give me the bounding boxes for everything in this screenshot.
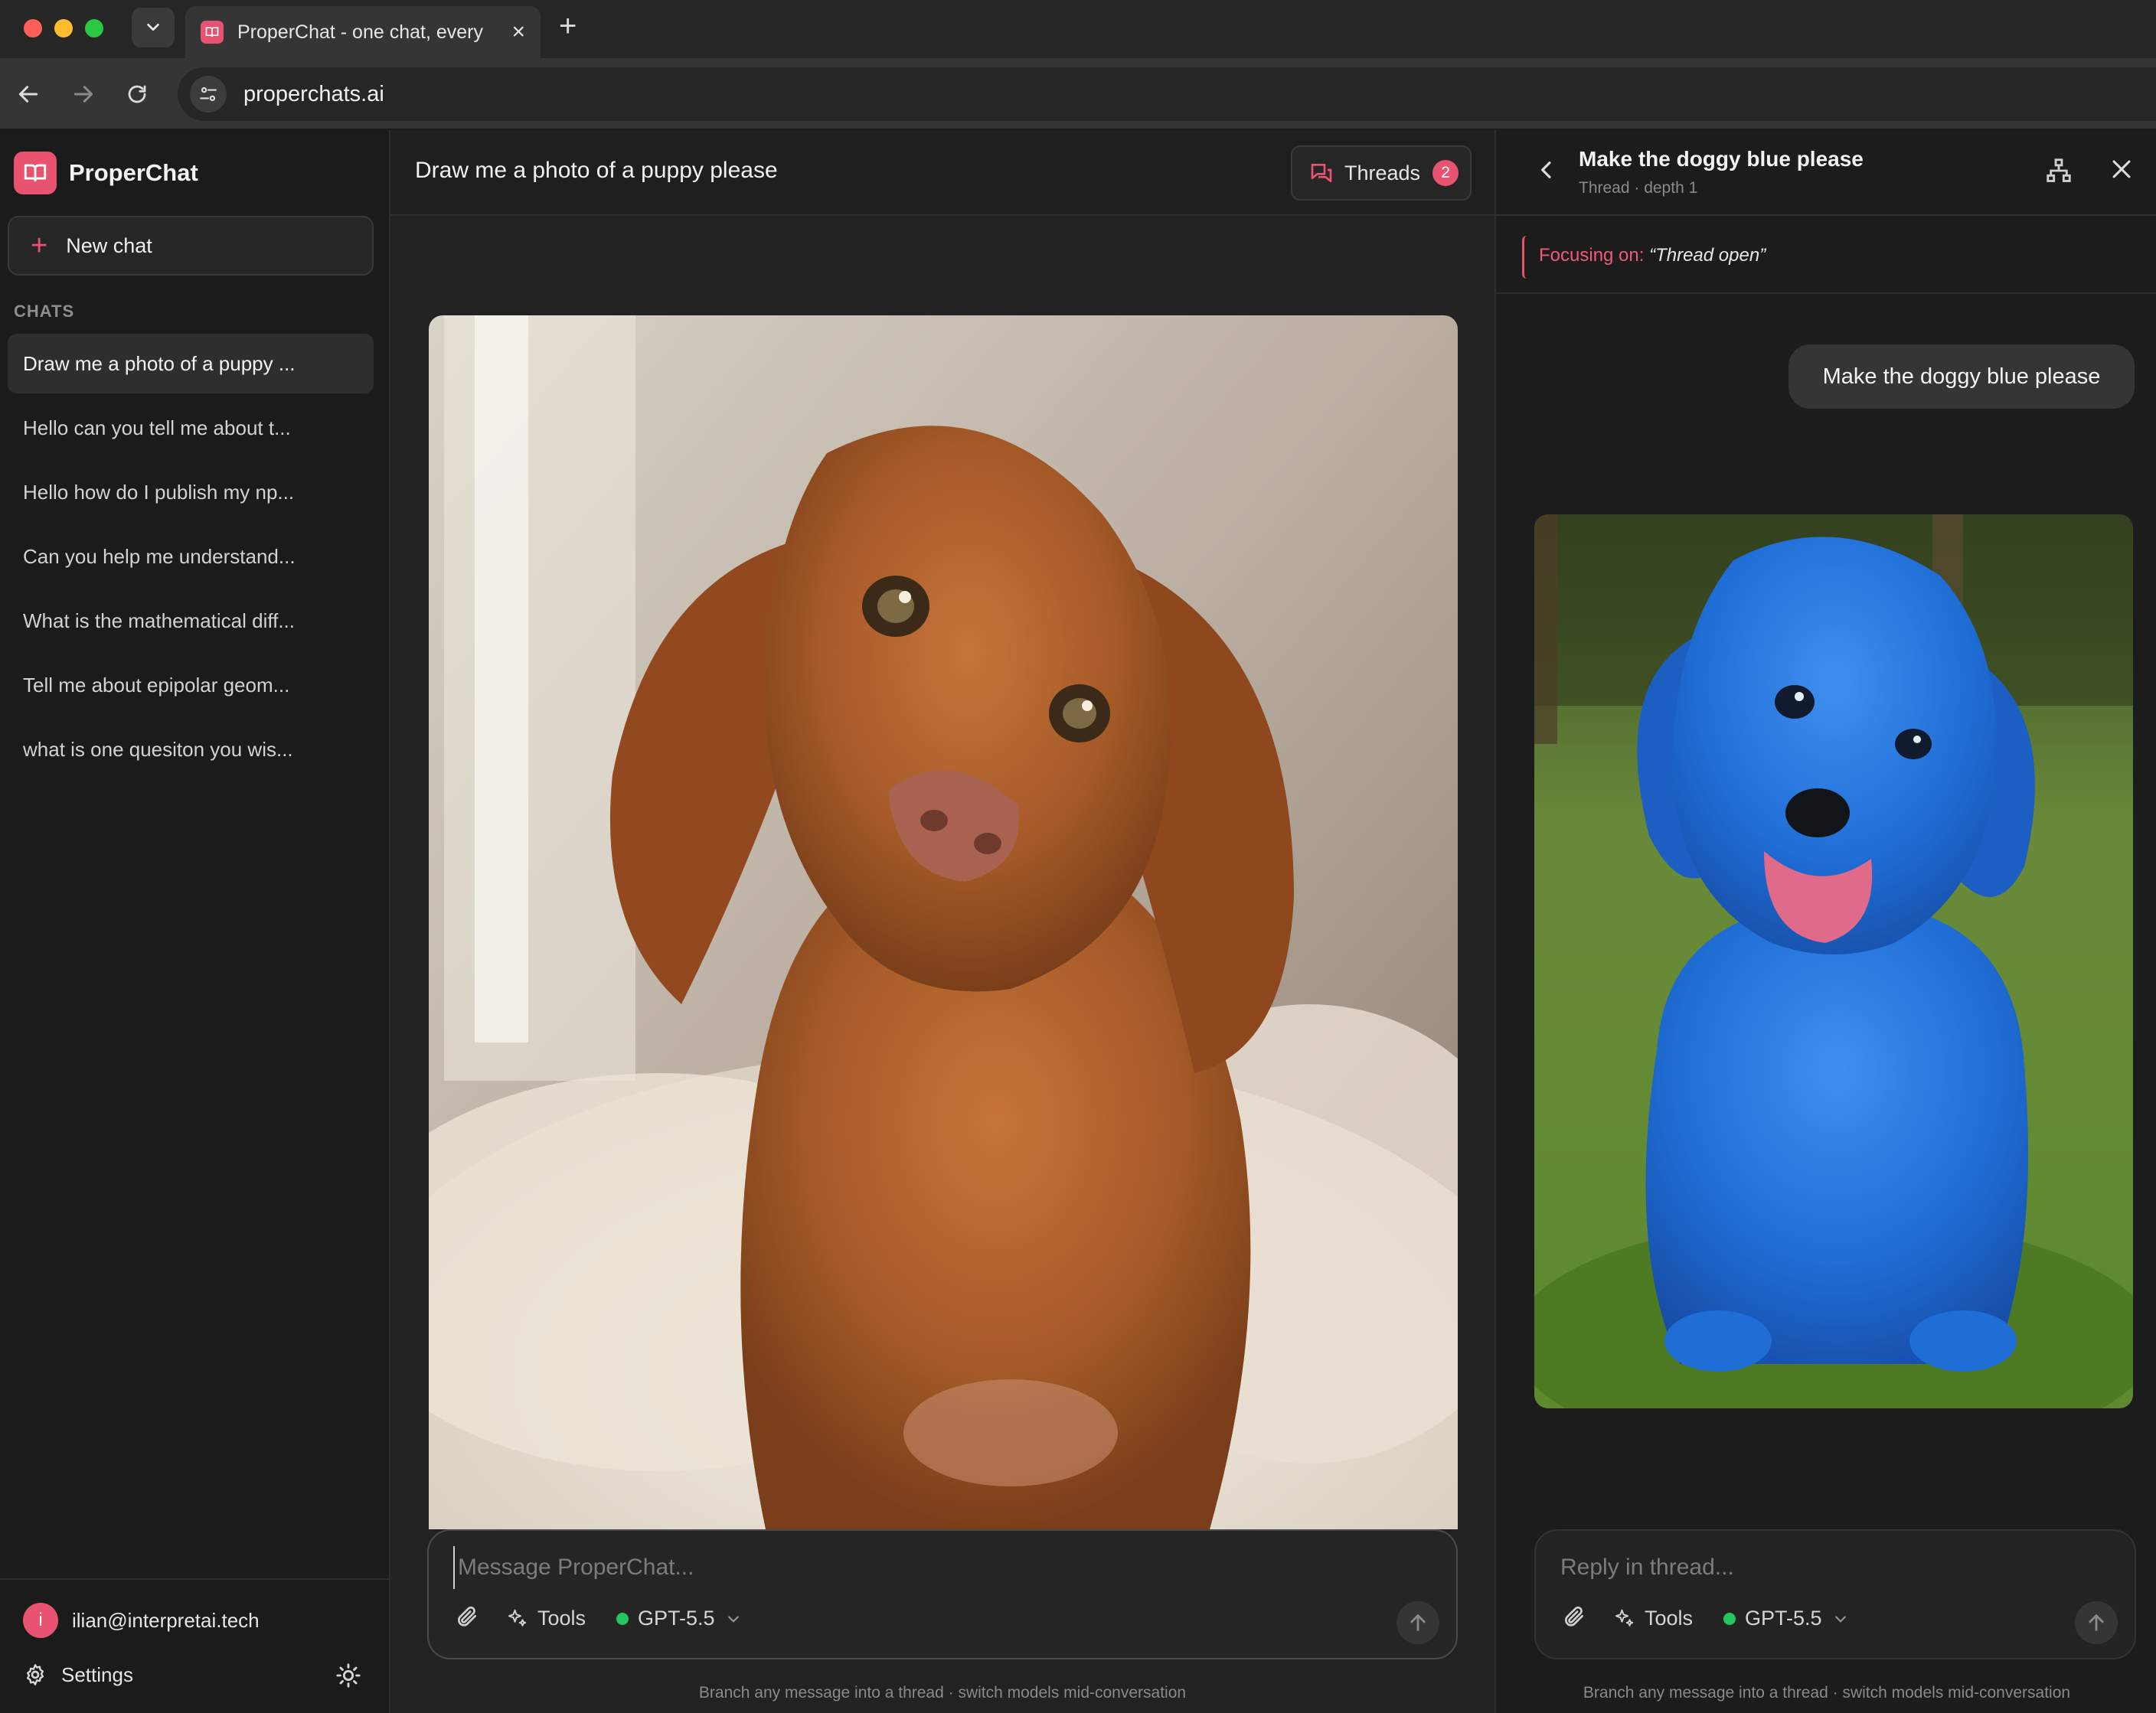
reload-icon — [128, 85, 146, 103]
new-tab-button[interactable]: + — [559, 11, 577, 41]
arrow-left-icon — [18, 86, 38, 103]
tab-search-button[interactable] — [132, 8, 175, 47]
user-email: ilian@interpretai.tech — [72, 1608, 260, 1632]
chevron-down-icon — [727, 1616, 739, 1623]
sparkles-icon — [508, 1609, 527, 1627]
chat-item[interactable]: Hello can you tell me about t... — [8, 398, 374, 458]
model-selector[interactable]: GPT-5.5 — [616, 1607, 741, 1630]
tools-label: Tools — [537, 1607, 586, 1630]
user-message-bubble: Make the doggy blue please — [1788, 344, 2135, 409]
thread-close-button[interactable] — [2109, 156, 2135, 186]
brand[interactable]: ProperChat — [14, 152, 198, 194]
model-status-dot — [616, 1612, 629, 1625]
arrow-up-icon — [2089, 1614, 2104, 1631]
chat-title: Draw me a photo of a puppy please — [415, 158, 778, 183]
browser-toolbar: properchats.ai — [0, 58, 2156, 130]
back-button[interactable] — [9, 75, 47, 113]
focus-label: Focusing on: — [1539, 245, 1645, 266]
window-minimize-button[interactable] — [54, 19, 73, 38]
new-chat-button[interactable]: + New chat — [8, 216, 374, 276]
site-settings-icon[interactable] — [190, 76, 227, 113]
thread-reply-input[interactable] — [1560, 1546, 2112, 1589]
sidebar: ProperChat + New chat CHATS Draw me a ph… — [0, 130, 390, 1713]
chat-item[interactable]: What is the mathematical diff... — [8, 591, 374, 651]
chevron-left-icon — [1541, 162, 1551, 178]
paperclip-icon[interactable] — [1562, 1604, 1586, 1633]
favicon-book-icon — [201, 21, 224, 44]
model-status-dot — [1723, 1612, 1736, 1625]
chat-header: Draw me a photo of a puppy please Thread… — [390, 130, 1494, 216]
composer-toolbar: Tools GPT-5.5 — [455, 1604, 741, 1633]
chat-item[interactable]: Tell me about epipolar geom... — [8, 655, 374, 715]
chat-bubbles-icon — [1311, 164, 1332, 182]
new-chat-label: New chat — [66, 233, 152, 257]
thread-tree-button[interactable] — [2044, 156, 2073, 189]
thread-depth: Thread · depth 1 — [1579, 179, 1698, 197]
chat-item[interactable]: Can you help me understand... — [8, 527, 374, 586]
threads-label: Threads — [1344, 161, 1421, 184]
generated-image-brown-puppy[interactable] — [429, 315, 1458, 1529]
book-logo-icon — [14, 152, 57, 194]
plus-icon: + — [31, 230, 48, 262]
tools-label: Tools — [1645, 1607, 1694, 1630]
thread-back-button[interactable] — [1534, 158, 1559, 186]
thread-composer-toolbar: Tools GPT-5.5 — [1562, 1604, 1848, 1633]
focus-context-bar: Focusing on: “Thread open” — [1496, 217, 2156, 294]
model-selector[interactable]: GPT-5.5 — [1723, 1607, 1848, 1630]
tools-button[interactable]: Tools — [1612, 1607, 1723, 1630]
gear-icon — [26, 1664, 44, 1685]
browser-tab-bar: ProperChat - one chat, every × + — [0, 0, 2156, 58]
hierarchy-icon — [2047, 158, 2071, 182]
thread-composer-footnote: Branch any message into a thread · switc… — [1583, 1684, 2071, 1702]
model-label: GPT-5.5 — [638, 1607, 715, 1630]
brand-name: ProperChat — [69, 159, 198, 186]
browser-tab[interactable]: ProperChat - one chat, every × — [185, 6, 541, 58]
paperclip-icon[interactable] — [455, 1604, 479, 1633]
settings-button[interactable]: Settings — [23, 1662, 133, 1687]
model-label: GPT-5.5 — [1745, 1607, 1822, 1630]
generated-image-blue-puppy[interactable] — [1534, 514, 2133, 1408]
chat-item[interactable]: Hello how do I publish my np... — [8, 462, 374, 522]
address-bar[interactable]: properchats.ai — [178, 67, 2156, 121]
thread-send-button[interactable] — [2075, 1601, 2118, 1644]
url-text: properchats.ai — [243, 81, 384, 106]
chevron-down-icon — [147, 23, 159, 31]
arrow-right-icon — [74, 86, 93, 103]
focus-text: Focusing on: “Thread open” — [1539, 245, 1766, 266]
sidebar-footer: i ilian@interpretai.tech Settings — [0, 1578, 389, 1713]
message-composer: Tools GPT-5.5 — [427, 1529, 1458, 1659]
focus-accent-bracket — [1522, 236, 1527, 279]
send-button[interactable] — [1396, 1601, 1439, 1644]
threads-count-badge: 2 — [1432, 160, 1459, 186]
chats-heading: CHATS — [14, 302, 75, 321]
settings-label: Settings — [61, 1662, 133, 1686]
close-icon — [2112, 160, 2131, 178]
message-input[interactable] — [453, 1546, 1426, 1589]
chat-item-active[interactable]: Draw me a photo of a puppy ... — [8, 334, 374, 393]
window-close-button[interactable] — [24, 19, 42, 38]
arrow-up-icon — [1410, 1614, 1426, 1631]
chevron-down-icon — [1834, 1616, 1846, 1623]
chat-list: Draw me a photo of a puppy ... Hello can… — [8, 334, 374, 784]
main-chat: Draw me a photo of a puppy please Thread… — [390, 130, 1494, 1713]
focus-quote: “Thread open” — [1649, 245, 1766, 266]
window-maximize-button[interactable] — [85, 19, 103, 38]
thread-title: Make the doggy blue please — [1579, 147, 1864, 171]
user-account[interactable]: i ilian@interpretai.tech — [23, 1603, 260, 1638]
thread-composer: Tools GPT-5.5 — [1534, 1529, 2136, 1659]
composer-footnote: Branch any message into a thread · switc… — [698, 1684, 1187, 1702]
theme-toggle-sun-icon[interactable] — [335, 1662, 361, 1692]
tools-button[interactable]: Tools — [505, 1607, 616, 1630]
sparkles-icon — [1615, 1609, 1634, 1627]
reload-button[interactable] — [118, 75, 156, 113]
tab-title: ProperChat - one chat, every — [237, 21, 483, 43]
tab-close-icon[interactable]: × — [511, 21, 525, 44]
avatar: i — [23, 1603, 58, 1638]
forward-button[interactable] — [64, 75, 103, 113]
chat-item[interactable]: what is one quesiton you wis... — [8, 719, 374, 779]
thread-header: Make the doggy blue please Thread · dept… — [1496, 130, 2156, 216]
threads-button[interactable]: Threads 2 — [1291, 145, 1472, 201]
thread-panel: Make the doggy blue please Thread · dept… — [1494, 130, 2156, 1713]
